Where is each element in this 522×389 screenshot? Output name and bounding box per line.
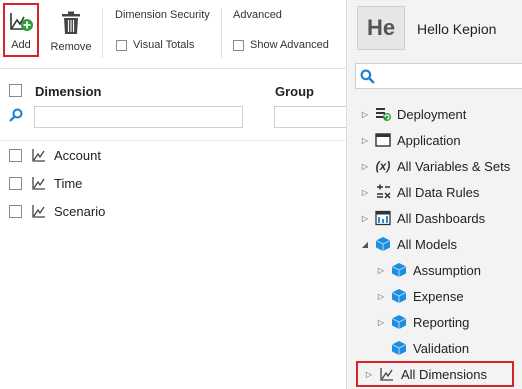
expand-arrow-icon[interactable]: ▷	[360, 136, 370, 145]
navigator-pane: He Hello Kepion ▷ Deployment ▷ Applicati…	[346, 0, 522, 389]
expand-arrow-icon[interactable]: ▷	[360, 188, 370, 197]
row-checkbox[interactable]	[9, 204, 22, 218]
tree-item-all-models[interactable]: ◢ All Models	[360, 233, 457, 255]
expand-arrow-icon[interactable]: ▷	[364, 370, 374, 379]
remove-button[interactable]: Remove	[48, 4, 94, 53]
tree-item-label: All Models	[397, 236, 457, 252]
table-row[interactable]: Time	[9, 173, 82, 193]
tree-item-label: All Data Rules	[397, 184, 480, 200]
tree-item-label: Application	[397, 132, 461, 148]
tree-item-label: Reporting	[413, 314, 470, 330]
dimension-icon	[379, 366, 395, 382]
row-label: Account	[54, 147, 101, 163]
expand-arrow-icon[interactable]: ▷	[360, 162, 370, 171]
dimension-column-header[interactable]: Dimension	[35, 84, 101, 99]
dimension-icon	[32, 149, 45, 162]
tree-item-label: All Dimensions	[401, 366, 487, 382]
filter-search-icon	[9, 108, 23, 122]
visual-totals-box[interactable]	[116, 39, 127, 51]
collapse-arrow-icon[interactable]: ◢	[360, 240, 370, 249]
variables-icon: (x)	[375, 159, 391, 173]
group-filter-input[interactable]	[274, 106, 346, 128]
tree-item-label: Expense	[413, 288, 464, 304]
visual-totals-label: Visual Totals	[133, 39, 195, 51]
tree-item-application[interactable]: ▷ Application	[360, 129, 461, 151]
show-advanced-checkbox[interactable]: Show Advanced	[233, 39, 329, 51]
tree-item-label: All Dashboards	[397, 210, 486, 226]
tree-item-all-dashboards[interactable]: ▷ All Dashboards	[360, 207, 485, 229]
tree-item-label: Validation	[413, 340, 470, 356]
tree-item-expense[interactable]: ▷ Expense	[376, 285, 464, 307]
trash-icon	[62, 11, 80, 34]
tree-item-label: Deployment	[397, 106, 467, 122]
table-row[interactable]: Scenario	[9, 201, 105, 221]
tree-item-assumption[interactable]: ▷ Assumption	[376, 259, 481, 281]
tree-item-label: All Variables & Sets	[397, 158, 511, 174]
navigator-search-input[interactable]	[355, 63, 522, 89]
cube-icon	[375, 236, 391, 252]
grid-divider	[0, 140, 346, 141]
expand-arrow-icon[interactable]: ▷	[376, 318, 386, 327]
add-button[interactable]: Add	[3, 3, 39, 57]
row-label: Time	[54, 175, 83, 191]
dimension-icon	[32, 177, 45, 190]
cube-icon	[391, 340, 407, 356]
row-label: Scenario	[54, 203, 106, 219]
greeting: Hello Kepion	[417, 21, 497, 37]
dimension-security-group-label: Dimension Security	[115, 9, 210, 21]
dimension-filter-input[interactable]	[34, 106, 243, 128]
tree-item-validation[interactable]: Validation	[376, 337, 469, 359]
table-row[interactable]: Account	[9, 145, 101, 165]
cube-icon	[391, 314, 407, 330]
tree-item-reporting[interactable]: ▷ Reporting	[376, 311, 469, 333]
tree-item-all-variables[interactable]: ▷ (x) All Variables & Sets	[360, 155, 510, 177]
toolbar-divider	[221, 8, 222, 58]
add-label: Add	[11, 39, 31, 51]
row-checkbox[interactable]	[9, 148, 22, 162]
add-dimension-icon	[10, 13, 33, 31]
dashboards-icon	[375, 210, 391, 226]
show-advanced-label: Show Advanced	[250, 39, 329, 51]
tree-item-all-dimensions[interactable]: ▷ All Dimensions	[356, 361, 514, 387]
visual-totals-checkbox[interactable]: Visual Totals	[116, 39, 194, 51]
tree-item-all-data-rules[interactable]: ▷ All Data Rules	[360, 181, 479, 203]
dimension-pane: Add Remove Dimension Security Visual Tot…	[0, 0, 346, 389]
show-advanced-box[interactable]	[233, 39, 244, 51]
remove-label: Remove	[50, 41, 92, 53]
tree-item-deployment[interactable]: ▷ Deployment	[360, 103, 466, 125]
select-all-checkbox[interactable]	[9, 84, 22, 97]
expand-arrow-icon[interactable]: ▷	[376, 292, 386, 301]
application-icon	[375, 132, 391, 148]
dimension-icon	[32, 205, 45, 218]
toolbar-divider	[102, 8, 103, 58]
cube-icon	[391, 262, 407, 278]
toolbar: Add Remove Dimension Security Visual Tot…	[0, 0, 346, 69]
data-rules-icon	[375, 184, 391, 200]
group-column-header[interactable]: Group	[275, 84, 314, 99]
avatar[interactable]: He	[357, 6, 405, 50]
row-checkbox[interactable]	[9, 176, 22, 190]
expand-arrow-icon[interactable]: ▷	[360, 110, 370, 119]
deployment-icon	[375, 106, 391, 122]
advanced-group-label: Advanced	[233, 9, 282, 21]
search-icon	[360, 69, 375, 84]
expand-arrow-icon[interactable]: ▷	[360, 214, 370, 223]
cube-icon	[391, 288, 407, 304]
expand-arrow-icon[interactable]: ▷	[376, 266, 386, 275]
tree-item-label: Assumption	[413, 262, 481, 278]
